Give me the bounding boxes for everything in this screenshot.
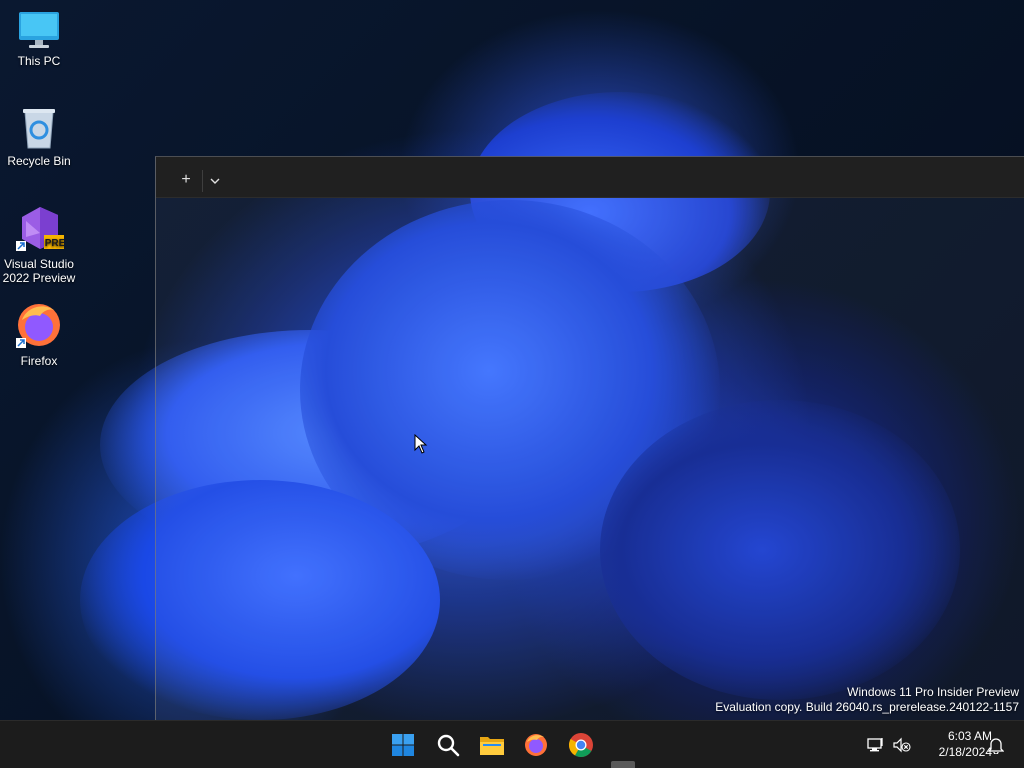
firefox-taskbar-button[interactable] bbox=[518, 727, 554, 763]
clock-date: 2/18/2024 bbox=[938, 745, 992, 759]
tab-separator bbox=[202, 170, 203, 192]
taskbar-clock[interactable]: 6:03 AM 2/18/2024 bbox=[912, 728, 992, 760]
chrome-icon bbox=[568, 733, 593, 758]
windows-start-icon bbox=[392, 734, 414, 756]
desktop-icon-recycle-bin[interactable]: Recycle Bin bbox=[0, 106, 78, 168]
chevron-down-icon bbox=[210, 178, 220, 184]
chrome-taskbar-button[interactable] bbox=[563, 727, 599, 763]
terminal-window[interactable]: + bbox=[155, 156, 1024, 720]
tab-dropdown-button[interactable] bbox=[204, 169, 226, 191]
desktop-icon-label: This PC bbox=[17, 54, 61, 68]
clock-time: 6:03 AM bbox=[947, 729, 992, 743]
desktop-icon-label: Recycle Bin bbox=[7, 154, 71, 168]
mouse-cursor-icon bbox=[414, 434, 428, 454]
firefox-icon bbox=[16, 304, 60, 348]
taskbar: 6:03 AM 2/18/2024 bbox=[0, 720, 1024, 768]
network-disconnected-icon bbox=[867, 738, 883, 752]
bell-icon bbox=[988, 738, 1004, 754]
desktop-icon-label: Visual Studio 2022 Preview bbox=[2, 257, 76, 285]
this-pc-icon bbox=[19, 12, 59, 48]
new-tab-button[interactable]: + bbox=[175, 169, 197, 191]
file-explorer-icon bbox=[480, 737, 504, 755]
firefox-icon bbox=[525, 734, 547, 756]
start-button[interactable] bbox=[385, 727, 421, 763]
watermark-line-1: Windows 11 Pro Insider Preview bbox=[847, 685, 1019, 699]
watermark-line-2: Evaluation copy. Build 26040.rs_prerelea… bbox=[715, 700, 1019, 714]
windows-evaluation-watermark: Windows 11 Pro Insider Preview Evaluatio… bbox=[715, 685, 1019, 715]
desktop-icon-firefox[interactable]: Firefox bbox=[0, 300, 78, 368]
volume-status[interactable] bbox=[892, 735, 912, 755]
notification-button[interactable] bbox=[986, 735, 1006, 755]
desktop-icon-visual-studio[interactable]: PRE Visual Studio 2022 Preview bbox=[0, 203, 78, 285]
search-button[interactable] bbox=[430, 727, 466, 763]
visual-studio-pre-badge: PRE bbox=[45, 238, 64, 249]
visual-studio-icon: PRE bbox=[16, 207, 64, 251]
desktop-icon-label: Firefox bbox=[20, 354, 58, 368]
running-app-indicator bbox=[611, 761, 635, 768]
network-status[interactable] bbox=[866, 735, 886, 755]
volume-muted-icon bbox=[893, 737, 911, 753]
file-explorer-button[interactable] bbox=[474, 727, 510, 763]
search-icon bbox=[437, 734, 460, 757]
desktop-icon-this-pc[interactable]: This PC bbox=[0, 10, 78, 68]
recycle-bin-icon bbox=[23, 109, 55, 149]
terminal-tab-bar[interactable]: + bbox=[156, 157, 1024, 198]
